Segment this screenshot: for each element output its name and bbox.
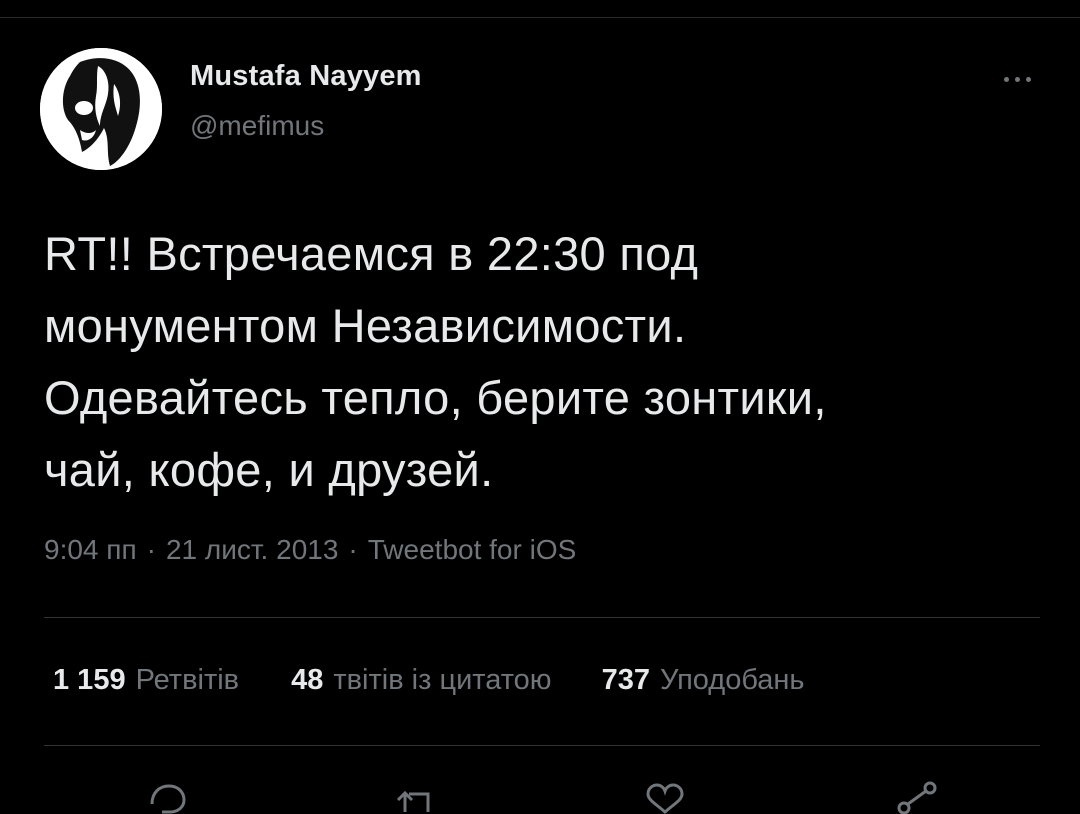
like-button[interactable]: [630, 774, 700, 814]
retweets-stat[interactable]: 1 159 Ретвітів: [53, 664, 239, 697]
quotes-count: 48: [291, 664, 324, 696]
reply-icon: [150, 784, 186, 814]
likes-count: 737: [601, 664, 650, 696]
tweet-stats: 1 159 Ретвітів 48 твітів із цитатою 737 …: [53, 664, 805, 697]
stats-bottom-divider: [44, 745, 1040, 746]
tweet-text: RT!! Встречаемся в 22:30 под монументом …: [44, 227, 827, 496]
top-divider: [0, 17, 1080, 18]
retweet-icon: [396, 790, 430, 812]
share-button[interactable]: [880, 774, 950, 814]
stats-top-divider: [44, 617, 1040, 618]
retweets-count: 1 159: [53, 664, 126, 696]
more-options-button[interactable]: [992, 62, 1042, 96]
likes-label: Уподобань: [659, 664, 805, 696]
author-display-name[interactable]: Mustafa Nayyem: [190, 60, 422, 93]
tweet-metadata: 9:04 пп · 21 лист. 2013 · Tweetbot for i…: [44, 534, 576, 566]
retweet-button[interactable]: [380, 774, 450, 814]
share-icon: [897, 781, 937, 814]
tweet-date[interactable]: 21 лист. 2013: [166, 534, 338, 566]
author-handle[interactable]: @mefimus: [190, 110, 324, 142]
more-horizontal-icon: [1003, 76, 1009, 82]
meta-separator: ·: [348, 534, 358, 565]
tweet-source[interactable]: Tweetbot for iOS: [368, 534, 577, 566]
more-horizontal-icon-dot: [1014, 76, 1020, 82]
tweet-time[interactable]: 9:04 пп: [44, 534, 137, 566]
like-icon: [646, 783, 684, 814]
quotes-label: твітів із цитатою: [333, 664, 552, 696]
meta-separator: ·: [146, 534, 156, 565]
likes-stat[interactable]: 737 Уподобань: [602, 664, 805, 697]
quotes-stat[interactable]: 48 твітів із цитатою: [291, 664, 551, 697]
more-horizontal-icon-dot: [1025, 76, 1031, 82]
reply-button[interactable]: [132, 774, 202, 814]
retweets-label: Ретвітів: [135, 664, 240, 696]
author-avatar[interactable]: [40, 48, 162, 170]
tweet-actions-bar: [0, 774, 1080, 814]
mask-avatar-icon: [40, 48, 162, 170]
